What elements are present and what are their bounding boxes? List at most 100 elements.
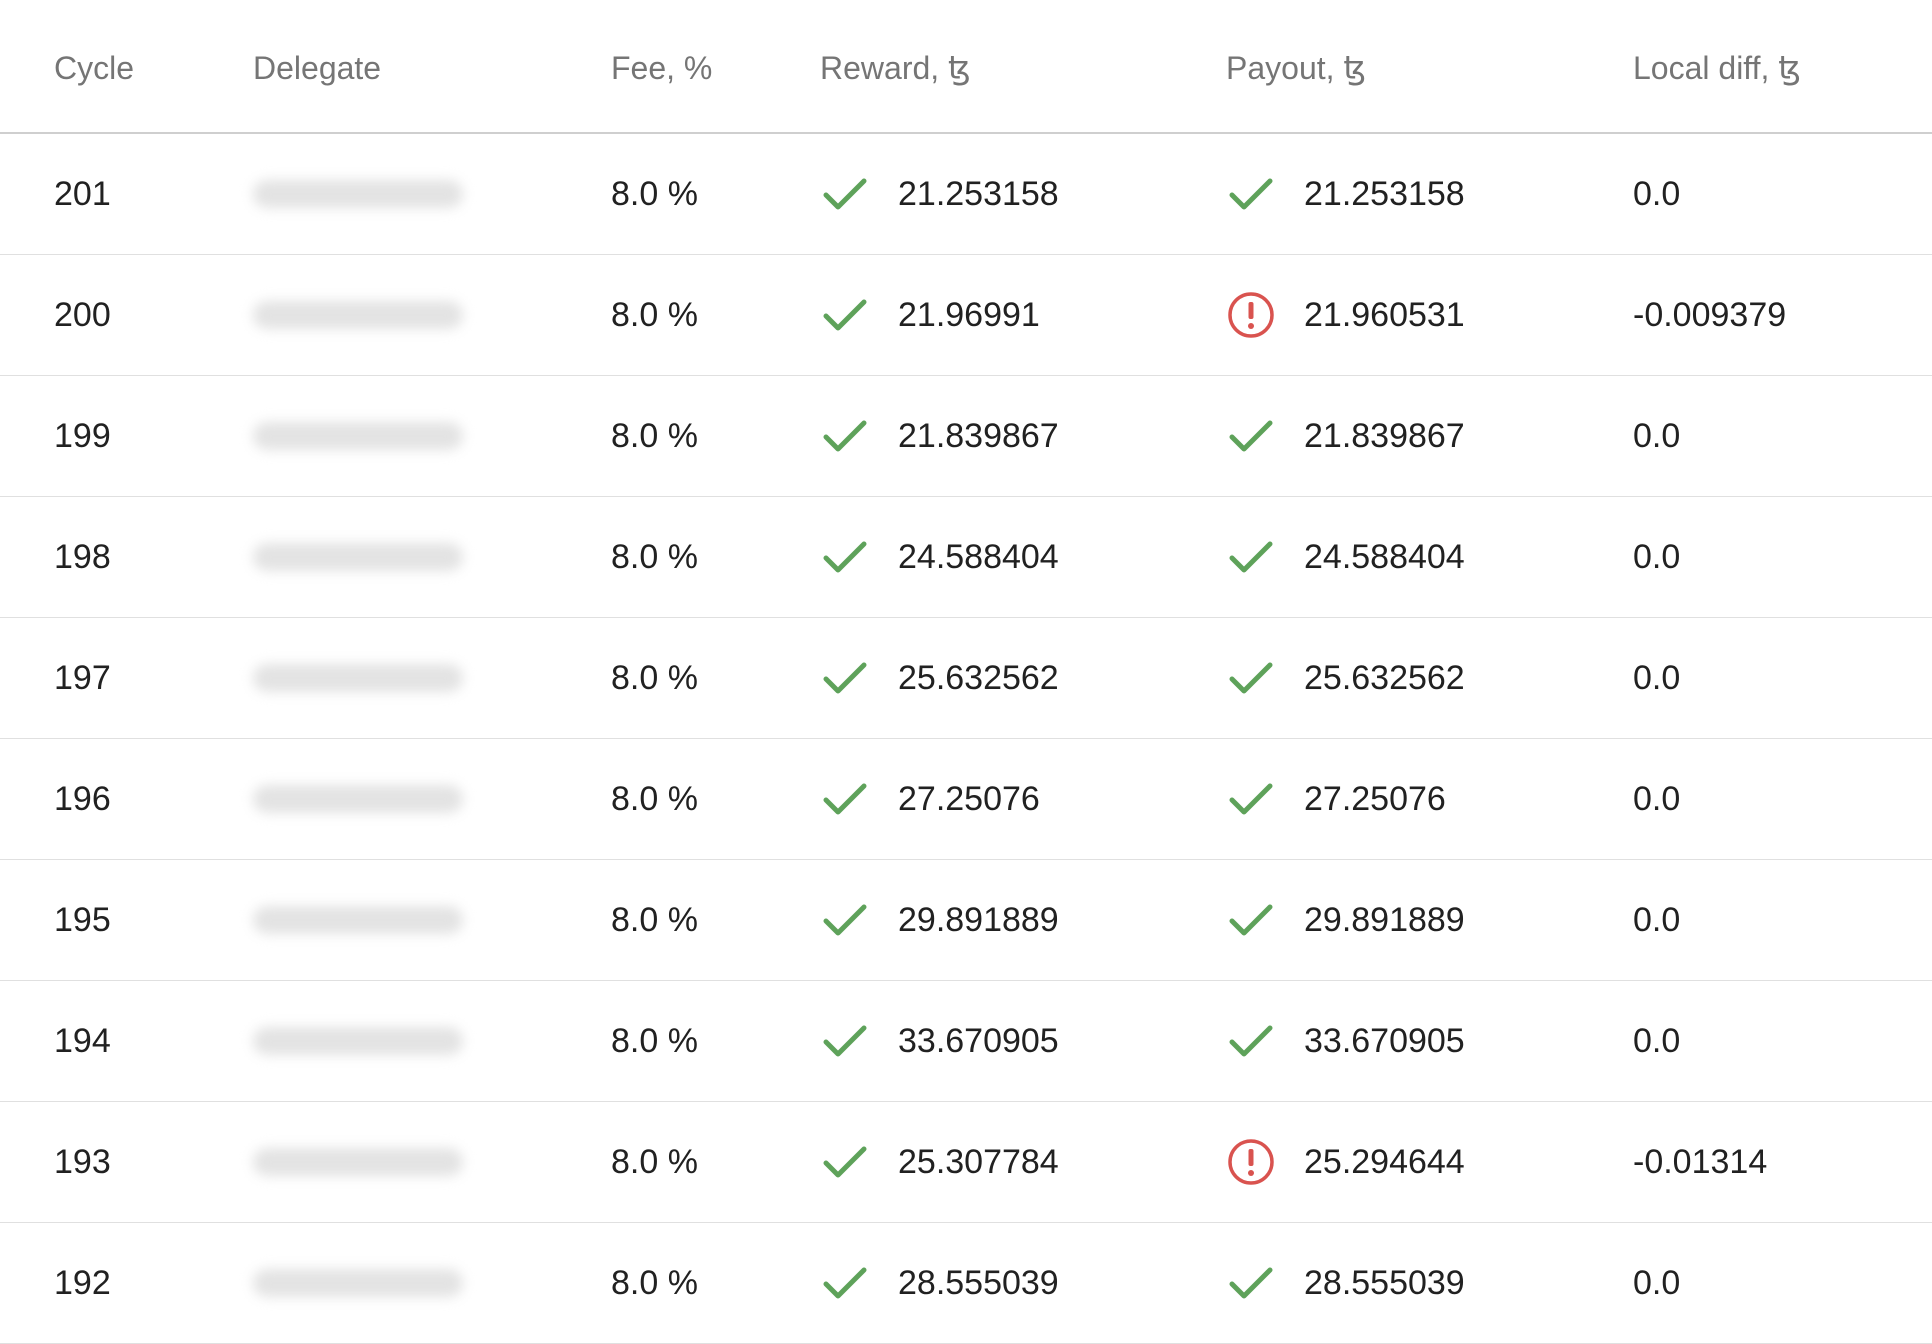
table-row-cycle-193[interactable]: 193 8.0 % 25.307784 25.294644 -0.01314	[0, 1102, 1932, 1223]
payout-check-icon	[1226, 411, 1276, 461]
payout-cell: 33.670905	[1226, 981, 1465, 1101]
payout-amount: 24.588404	[1304, 537, 1465, 576]
local-diff-cell: 0.0	[1633, 416, 1681, 455]
delegate-address-redacted[interactable]	[253, 906, 463, 934]
delegate-address-redacted[interactable]	[253, 1027, 463, 1055]
reward-amount: 21.839867	[898, 416, 1059, 455]
fee-cell: 8.0 %	[611, 1263, 698, 1302]
local-diff-cell: 0.0	[1633, 1021, 1681, 1060]
delegate-address-redacted[interactable]	[253, 1269, 463, 1297]
payout-check-icon	[1226, 1258, 1276, 1308]
reward-cell: 25.632562	[820, 618, 1059, 738]
reward-check-icon	[820, 895, 870, 945]
delegate-address-redacted[interactable]	[253, 543, 463, 571]
reward-amount: 21.253158	[898, 174, 1059, 213]
local-diff-cell: 0.0	[1633, 900, 1681, 939]
reward-check-icon	[820, 169, 870, 219]
delegate-address-redacted[interactable]	[253, 785, 463, 813]
table-row-cycle-194[interactable]: 194 8.0 % 33.670905 33.670905 0.0	[0, 981, 1932, 1102]
reward-check-icon	[820, 532, 870, 582]
delegate-cell[interactable]	[253, 1223, 463, 1343]
payout-cell: 25.632562	[1226, 618, 1465, 738]
table-body: 201 8.0 % 21.253158 21.253158 0.0 200 8.…	[0, 134, 1932, 1344]
payout-cell: 29.891889	[1226, 860, 1465, 980]
reward-check-icon	[820, 1258, 870, 1308]
delegate-address-redacted[interactable]	[253, 1148, 463, 1176]
reward-cell: 29.891889	[820, 860, 1059, 980]
cycle-cell: 199	[54, 416, 111, 455]
payout-amount: 21.960531	[1304, 295, 1465, 334]
reward-check-icon	[820, 290, 870, 340]
payout-amount: 25.294644	[1304, 1142, 1465, 1181]
reward-amount: 28.555039	[898, 1263, 1059, 1302]
delegate-cell[interactable]	[253, 618, 463, 738]
column-header-local-diff[interactable]: Local diff, ꜩ	[1633, 0, 1801, 134]
reward-check-icon	[820, 1016, 870, 1066]
table-row-cycle-196[interactable]: 196 8.0 % 27.25076 27.25076 0.0	[0, 739, 1932, 860]
payout-check-icon	[1226, 1016, 1276, 1066]
delegate-cell[interactable]	[253, 1102, 463, 1222]
local-diff-cell: 0.0	[1633, 537, 1681, 576]
delegate-cell[interactable]	[253, 981, 463, 1101]
delegate-cell[interactable]	[253, 860, 463, 980]
reward-amount: 25.632562	[898, 658, 1059, 697]
table-row-cycle-195[interactable]: 195 8.0 % 29.891889 29.891889 0.0	[0, 860, 1932, 981]
local-diff-cell: 0.0	[1633, 779, 1681, 818]
table-row-cycle-192[interactable]: 192 8.0 % 28.555039 28.555039 0.0	[0, 1223, 1932, 1344]
column-header-fee[interactable]: Fee, %	[611, 0, 712, 134]
delegate-address-redacted[interactable]	[253, 180, 463, 208]
delegate-address-redacted[interactable]	[253, 301, 463, 329]
reward-amount: 25.307784	[898, 1142, 1059, 1181]
reward-amount: 29.891889	[898, 900, 1059, 939]
payout-cell: 24.588404	[1226, 497, 1465, 617]
fee-cell: 8.0 %	[611, 779, 698, 818]
cycle-cell: 194	[54, 1021, 111, 1060]
payout-alert-icon	[1226, 1137, 1276, 1187]
cycle-cell: 198	[54, 537, 111, 576]
payout-check-icon	[1226, 774, 1276, 824]
payout-check-icon	[1226, 532, 1276, 582]
table-row-cycle-200[interactable]: 200 8.0 % 21.96991 21.960531 -0.009379	[0, 255, 1932, 376]
local-diff-cell: -0.01314	[1633, 1142, 1768, 1181]
local-diff-cell: 0.0	[1633, 658, 1681, 697]
payout-cell: 21.253158	[1226, 134, 1465, 254]
payout-cell: 28.555039	[1226, 1223, 1465, 1343]
fee-cell: 8.0 %	[611, 1142, 698, 1181]
table-row-cycle-199[interactable]: 199 8.0 % 21.839867 21.839867 0.0	[0, 376, 1932, 497]
reward-cell: 21.253158	[820, 134, 1059, 254]
reward-cell: 33.670905	[820, 981, 1059, 1101]
column-header-reward[interactable]: Reward, ꜩ	[820, 0, 971, 134]
table-row-cycle-201[interactable]: 201 8.0 % 21.253158 21.253158 0.0	[0, 134, 1932, 255]
delegate-cell[interactable]	[253, 497, 463, 617]
payout-amount: 33.670905	[1304, 1021, 1465, 1060]
fee-cell: 8.0 %	[611, 174, 698, 213]
reward-check-icon	[820, 1137, 870, 1187]
payout-amount: 21.839867	[1304, 416, 1465, 455]
payout-amount: 29.891889	[1304, 900, 1465, 939]
cycle-cell: 195	[54, 900, 111, 939]
delegate-cell[interactable]	[253, 376, 463, 496]
payout-amount: 27.25076	[1304, 779, 1446, 818]
reward-cell: 24.588404	[820, 497, 1059, 617]
column-header-delegate[interactable]: Delegate	[253, 0, 381, 134]
column-header-payout[interactable]: Payout, ꜩ	[1226, 0, 1366, 134]
reward-amount: 33.670905	[898, 1021, 1059, 1060]
fee-cell: 8.0 %	[611, 416, 698, 455]
reward-amount: 24.588404	[898, 537, 1059, 576]
delegate-cell[interactable]	[253, 255, 463, 375]
reward-check-icon	[820, 653, 870, 703]
table-row-cycle-197[interactable]: 197 8.0 % 25.632562 25.632562 0.0	[0, 618, 1932, 739]
table-row-cycle-198[interactable]: 198 8.0 % 24.588404 24.588404 0.0	[0, 497, 1932, 618]
payout-check-icon	[1226, 169, 1276, 219]
delegate-cell[interactable]	[253, 739, 463, 859]
cycle-cell: 201	[54, 174, 111, 213]
reward-check-icon	[820, 774, 870, 824]
local-diff-cell: -0.009379	[1633, 295, 1787, 334]
column-header-cycle[interactable]: Cycle	[54, 0, 134, 134]
delegate-cell[interactable]	[253, 134, 463, 254]
local-diff-cell: 0.0	[1633, 174, 1681, 213]
fee-cell: 8.0 %	[611, 295, 698, 334]
delegate-address-redacted[interactable]	[253, 422, 463, 450]
reward-amount: 27.25076	[898, 779, 1040, 818]
delegate-address-redacted[interactable]	[253, 664, 463, 692]
